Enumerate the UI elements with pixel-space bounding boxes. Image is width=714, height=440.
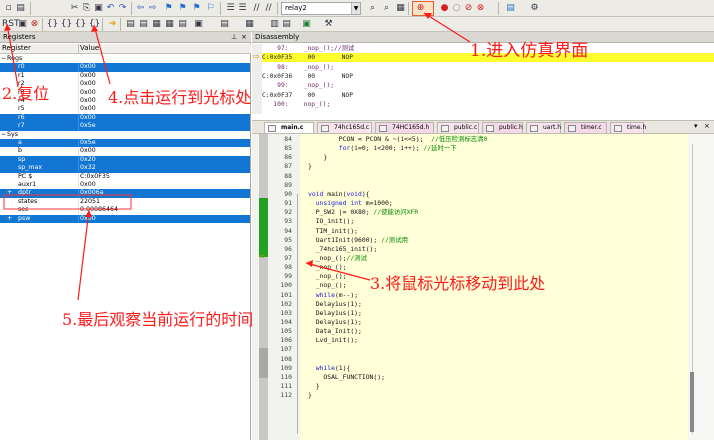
arrow-to-debug-button-head (424, 13, 432, 19)
arrow-to-reset (6, 23, 19, 88)
arrow-to-run-to-cursor (93, 24, 111, 85)
arrow-to-debug-button (423, 12, 471, 43)
annotation-enter-debug: 1.进入仿真界面 (470, 41, 589, 61)
arrow-to-cursor-line (305, 262, 371, 281)
annotation-observe-time: 5.最后观察当前运行的时间 (62, 310, 254, 329)
arrow-to-reset-head (4, 24, 11, 31)
annotation-reset: 2.复位 (2, 84, 50, 103)
arrow-to-sec-head (85, 210, 92, 217)
annotation-run-to-cursor: 4.点击运行到光标处 (108, 88, 252, 107)
sec-highlight-box (3, 194, 132, 210)
annotation-arrows (3, 12, 471, 301)
arrow-to-sec (77, 209, 90, 301)
annotation-move-cursor: 3.将鼠标光标移动到此处 (370, 274, 546, 293)
arrow-to-cursor-line-head (306, 260, 313, 267)
arrow-to-run-to-cursor-head (91, 25, 98, 32)
